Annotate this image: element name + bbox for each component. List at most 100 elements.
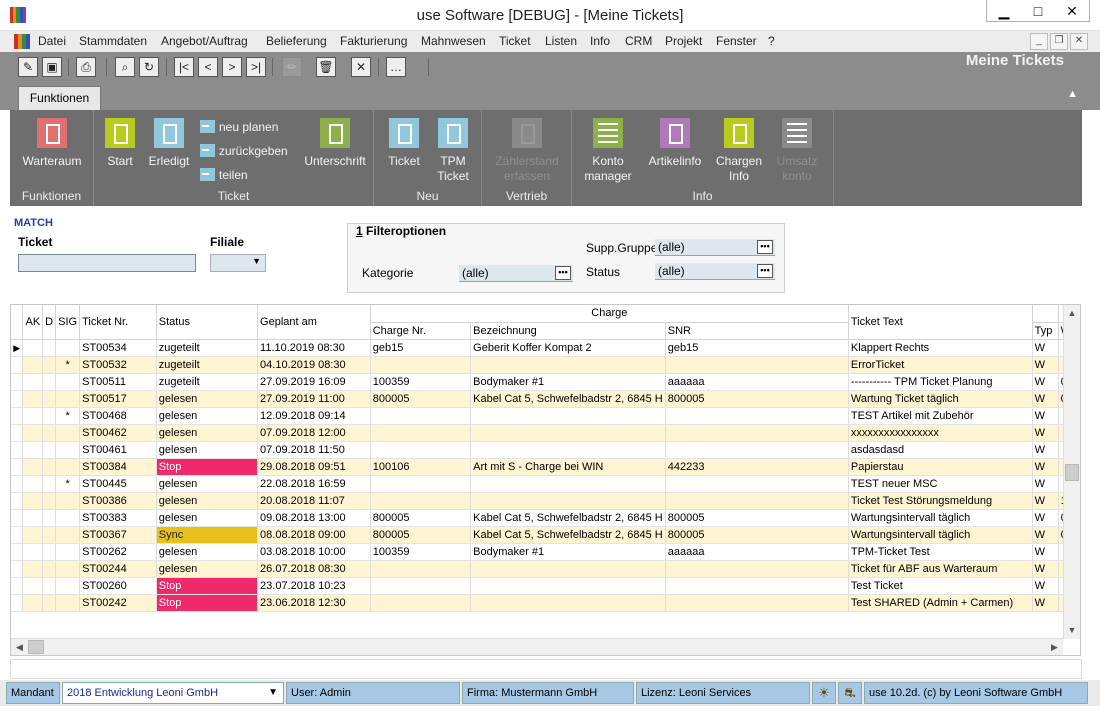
column-header-sig[interactable]: SIG [55, 305, 81, 340]
table-row[interactable]: ST00511 zugeteilt 27.09.2019 16:09 100359 Bo… [11, 373, 1080, 391]
first-icon[interactable]: |< [174, 57, 194, 77]
table-row[interactable]: ST00462 gelesen 07.09.2018 12:00 xxxxxxxxxx… [11, 424, 1080, 442]
chevron-up-icon[interactable]: ▲ [1067, 88, 1078, 100]
mdi-close-button[interactable]: ✕ [1070, 33, 1088, 50]
chargen-info-button[interactable]: Chargen Info [714, 118, 764, 184]
menu-angebot-auftrag[interactable]: Angebot/Auftrag [161, 34, 248, 48]
table-row[interactable]: ST00461 gelesen 07.09.2018 11:50 asdasdasd W [11, 441, 1080, 459]
column-header-status[interactable]: Status [156, 305, 259, 340]
mdi-restore-button[interactable]: ❐ [1050, 33, 1068, 50]
column-header-ticket-text[interactable]: Ticket Text [848, 305, 1033, 340]
save-icon[interactable]: ▣ [42, 57, 62, 77]
column-header-charge-nr[interactable]: Charge Nr. [370, 322, 472, 340]
filteroptions-title[interactable]: 1 Filteroptionen [356, 224, 446, 238]
menu-stammdaten[interactable]: Stammdaten [79, 34, 147, 48]
column-header-typ[interactable]: Typ [1032, 322, 1059, 340]
tpm-ticket-button[interactable]: TPM Ticket [430, 118, 476, 184]
menu-fenster[interactable]: Fenster [716, 34, 757, 48]
menu-projekt[interactable]: Projekt [665, 34, 702, 48]
more-icon[interactable]: … [386, 57, 406, 77]
filiale-select[interactable]: ▼ [210, 254, 266, 272]
table-row[interactable]: * ST00532 zugeteilt 04.10.2019 08:30 ErrorTi… [11, 356, 1080, 374]
column-header-ticket-nr[interactable]: Ticket Nr. [79, 305, 157, 340]
table-row[interactable]: ▶ ST00534 zugeteilt 11.10.2019 08:30 geb15 Ge… [11, 339, 1080, 357]
minimize-button[interactable]: ▁ [987, 0, 1021, 22]
horizontal-scrollbar[interactable]: ◀ ▶ [11, 638, 1063, 655]
table-row[interactable]: ST00262 gelesen 03.08.2018 10:00 100359 Body… [11, 543, 1080, 561]
cancel-icon[interactable]: ✕ [351, 57, 371, 77]
column-header-snr[interactable]: SNR [665, 322, 849, 340]
vertical-scroll-thumb[interactable] [1065, 464, 1079, 481]
ticket-input[interactable] [18, 254, 196, 272]
status-picker-button[interactable]: ••• [757, 264, 773, 278]
table-row[interactable]: ST00244 gelesen 26.07.2018 08:30 Ticket für… [11, 560, 1080, 578]
warteraum-button[interactable]: Warteraum [18, 118, 86, 169]
zurueckgeben-button[interactable]: zurückgeben [200, 144, 288, 158]
tab-funktionen[interactable]: Funktionen [18, 86, 101, 110]
edit-icon[interactable]: ✎ [18, 57, 38, 77]
new-ticket-button[interactable]: Ticket [382, 118, 426, 169]
scroll-up-icon[interactable]: ▲ [1064, 305, 1080, 322]
sun-icon[interactable]: ☀ [812, 682, 836, 704]
konto-manager-button[interactable]: Konto manager [580, 118, 636, 184]
menu-mahnwesen[interactable]: Mahnwesen [421, 34, 486, 48]
horizontal-scroll-thumb[interactable] [28, 640, 44, 654]
start-button[interactable]: Start [100, 118, 140, 169]
table-row[interactable]: ST00517 gelesen 27.09.2019 11:00 800005 Kabe… [11, 390, 1080, 408]
ticket-table: AK D SIG Ticket Nr. Status Geplant am Ch… [11, 305, 1080, 612]
menu-help[interactable]: ? [768, 34, 775, 48]
column-header-d[interactable]: D [42, 305, 57, 340]
table-row[interactable]: * ST00468 gelesen 12.09.2018 09:14 TEST Arti… [11, 407, 1080, 425]
umsatzkonto-button[interactable]: Umsatz konto [772, 118, 822, 184]
table-row[interactable]: ST00384 Stop 29.08.2018 09:51 100106 Art mit… [11, 458, 1080, 476]
table-row[interactable]: ST00260 Stop 23.07.2018 10:23 Test Ticket W [11, 577, 1080, 595]
erledigt-button[interactable]: Erledigt [144, 118, 194, 169]
print-icon[interactable]: ⎙ [76, 57, 96, 77]
column-header-ak[interactable]: AK [22, 305, 44, 340]
neu-planen-button[interactable]: neu planen [200, 120, 278, 134]
menu-listen[interactable]: Listen [545, 34, 577, 48]
delete-icon[interactable]: 🗑 [316, 57, 336, 77]
table-row[interactable]: ST00367 Sync 08.08.2018 09:00 800005 Kabel C… [11, 526, 1080, 544]
artikelinfo-button[interactable]: Artikelinfo [644, 118, 706, 169]
column-header-geplant-am[interactable]: Geplant am [257, 305, 371, 340]
table-row[interactable]: ST00242 Stop 23.06.2018 12:30 Test SHARED (… [11, 594, 1080, 612]
prev-icon[interactable]: < [198, 57, 218, 77]
mandant-select[interactable]: 2018 Entwicklung Leoni GmbH ▼ [62, 682, 284, 704]
app-menu-icon[interactable] [14, 34, 30, 49]
table-row[interactable]: ST00386 gelesen 20.08.2018 11:07 Ticket Tes… [11, 492, 1080, 510]
cell-geplant-am: 04.10.2019 08:30 [257, 356, 371, 374]
cell-d [42, 577, 57, 595]
menu-fakturierung[interactable]: Fakturierung [340, 34, 407, 48]
car-icon[interactable]: ⛐ [838, 682, 862, 704]
kategorie-field[interactable]: (alle) ••• [459, 265, 573, 282]
search-icon[interactable]: ⌕ [115, 57, 135, 77]
column-header-bezeichnung[interactable]: Bezeichnung [470, 322, 666, 340]
vertical-scrollbar[interactable]: ▲ ▼ [1063, 305, 1080, 639]
kategorie-picker-button[interactable]: ••• [555, 266, 571, 280]
zaehlerstand-button[interactable]: Zählerstand erfassen [488, 118, 566, 184]
next-icon[interactable]: > [222, 57, 242, 77]
close-button[interactable]: ✕ [1055, 0, 1089, 22]
table-row[interactable]: * ST00445 gelesen 22.08.2018 16:59 TEST neue… [11, 475, 1080, 493]
supp-gruppe-picker-button[interactable]: ••• [757, 240, 773, 254]
firma-status: Firma: Mustermann GmbH [462, 682, 634, 704]
menu-belieferung[interactable]: Belieferung [266, 34, 327, 48]
menu-info[interactable]: Info [590, 34, 610, 48]
scroll-down-icon[interactable]: ▼ [1064, 622, 1080, 639]
supp-gruppe-field[interactable]: (alle) ••• [655, 239, 775, 256]
scroll-left-icon[interactable]: ◀ [11, 639, 28, 655]
menu-datei[interactable]: Datei [38, 34, 66, 48]
last-icon[interactable]: >| [246, 57, 266, 77]
pen-icon[interactable]: ✏ [282, 57, 302, 77]
status-field[interactable]: (alle) ••• [655, 263, 775, 280]
teilen-button[interactable]: teilen [200, 168, 248, 182]
menu-ticket[interactable]: Ticket [499, 34, 531, 48]
scroll-right-icon[interactable]: ▶ [1046, 639, 1063, 655]
refresh-icon[interactable]: ↻ [139, 57, 159, 77]
maximize-button[interactable]: □ [1021, 0, 1055, 22]
mdi-minimize-button[interactable]: _ [1030, 33, 1048, 50]
menu-crm[interactable]: CRM [625, 34, 652, 48]
table-row[interactable]: ST00383 gelesen 09.08.2018 13:00 800005 Kabe… [11, 509, 1080, 527]
unterschrift-button[interactable]: Unterschrift [300, 118, 370, 169]
